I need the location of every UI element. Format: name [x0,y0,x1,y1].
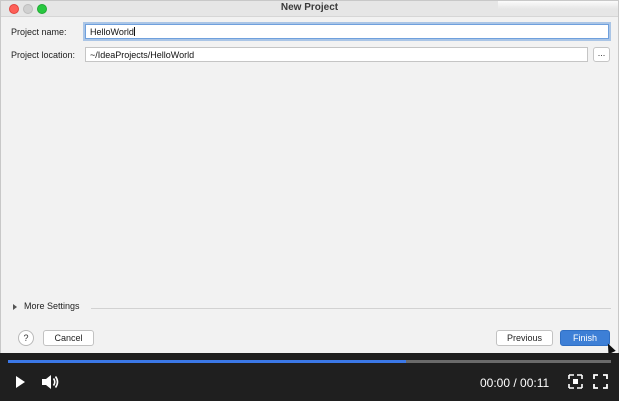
picture-in-picture-icon[interactable] [568,374,583,389]
project-name-input[interactable]: HelloWorld [85,24,609,39]
text-caret [133,27,135,36]
more-settings-divider [91,308,611,309]
new-project-dialog: New Project Project name: HelloWorld Pro… [0,0,619,353]
browse-location-button[interactable]: ... [593,47,610,62]
duration: 00:11 [520,376,550,390]
time-separator: / [510,376,521,390]
fullscreen-icon[interactable] [593,374,608,389]
help-icon: ? [23,333,29,343]
volume-icon[interactable] [40,373,60,391]
previous-button[interactable]: Previous [496,330,553,346]
progress-bar[interactable] [8,360,611,363]
title-bar-highlight [498,1,618,9]
cancel-button[interactable]: Cancel [43,330,94,346]
project-name-value: HelloWorld [90,27,134,37]
project-location-label: Project location: [11,50,76,60]
title-bar: New Project [1,1,618,17]
project-location-value: ~/IdeaProjects/HelloWorld [90,50,195,60]
play-icon[interactable] [16,376,25,388]
project-name-label: Project name: [11,27,67,37]
more-settings-toggle[interactable]: More Settings [11,301,611,315]
help-button[interactable]: ? [18,330,34,346]
playback-time: 00:00 / 00:11 [480,376,549,390]
progress-bar-fill [8,360,406,363]
project-location-input[interactable]: ~/IdeaProjects/HelloWorld [85,47,588,62]
more-settings-label: More Settings [24,301,80,311]
finish-button[interactable]: Finish [560,330,610,346]
current-time: 00:00 [480,376,511,390]
chevron-right-icon [13,304,17,310]
